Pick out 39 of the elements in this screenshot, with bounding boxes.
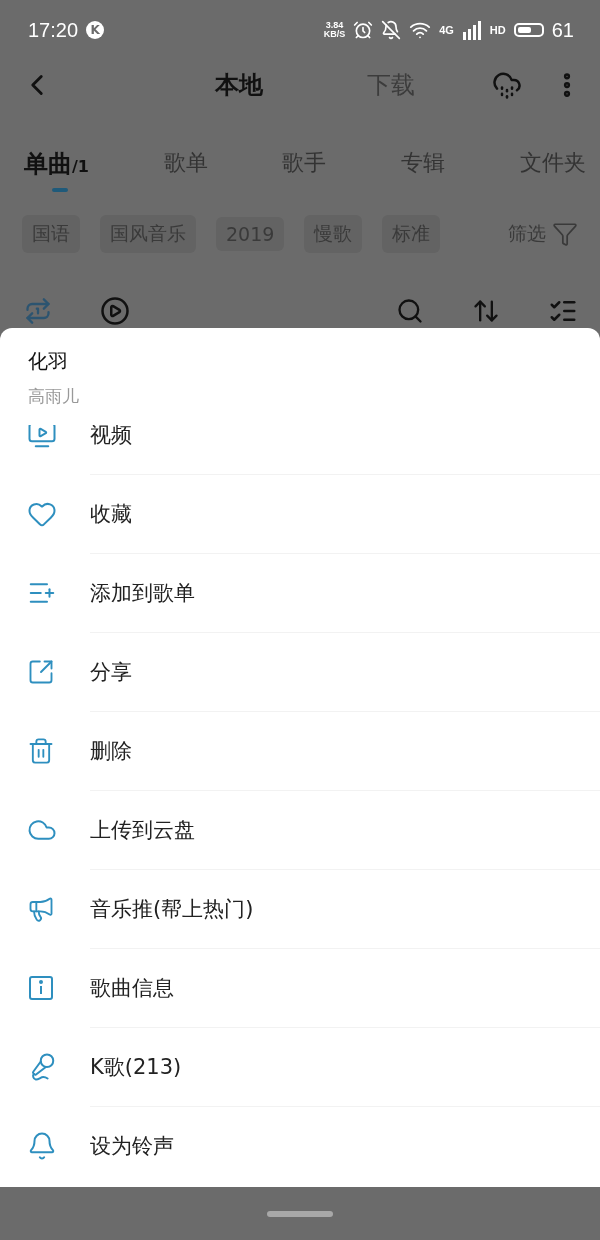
menu-item[interactable]: 音乐推(帮上热门) (90, 895, 254, 923)
header-tab[interactable]: 本地 (215, 69, 263, 101)
signal-icon (461, 20, 482, 40)
category-tab[interactable]: 歌手 (282, 148, 327, 178)
mute-icon (381, 20, 402, 40)
play-icon[interactable] (100, 296, 130, 326)
menu-item[interactable]: 歌曲信息 (90, 974, 174, 1002)
battery-icon (513, 23, 544, 37)
category-tab[interactable]: 专辑 (401, 148, 446, 178)
menu-item[interactable]: 删除 (90, 737, 132, 765)
song-title: 化羽 (28, 348, 69, 375)
search-icon[interactable] (396, 297, 424, 325)
trash-icon (27, 736, 55, 765)
hd-label: HD (489, 24, 506, 36)
category-tab[interactable]: 歌单 (163, 148, 208, 178)
category-tab[interactable]: 文件夹 (520, 148, 586, 178)
menu-item[interactable]: 上传到云盘 (90, 816, 195, 844)
song-count: /1 (72, 157, 89, 176)
menu-item[interactable]: K歌(213) (90, 1053, 182, 1081)
artist-name: 高雨儿 (28, 385, 80, 408)
tab-indicator (52, 188, 68, 192)
filter-icon (552, 221, 578, 247)
menu-item[interactable]: 收藏 (90, 500, 132, 528)
menu-item[interactable]: 设为铃声 (90, 1132, 174, 1160)
status-time: 17:20 (28, 18, 79, 42)
info-icon (27, 973, 55, 1002)
battery-percent: 61 (551, 18, 574, 42)
video-icon (27, 425, 57, 450)
menu-item[interactable]: 分享 (90, 658, 132, 686)
bell-icon (27, 1130, 57, 1161)
app-badge: K (86, 21, 105, 39)
home-handle[interactable] (267, 1210, 333, 1217)
alarm-icon (353, 20, 374, 40)
cloud-icon[interactable] (492, 70, 522, 100)
category-tab[interactable]: 单曲/1 (24, 148, 89, 180)
network-type: 4G (439, 24, 454, 36)
network-speed: 3.84 (325, 21, 344, 30)
network-speed-unit: KB/S (323, 30, 346, 39)
menu-item[interactable]: 添加到歌单 (90, 579, 195, 607)
